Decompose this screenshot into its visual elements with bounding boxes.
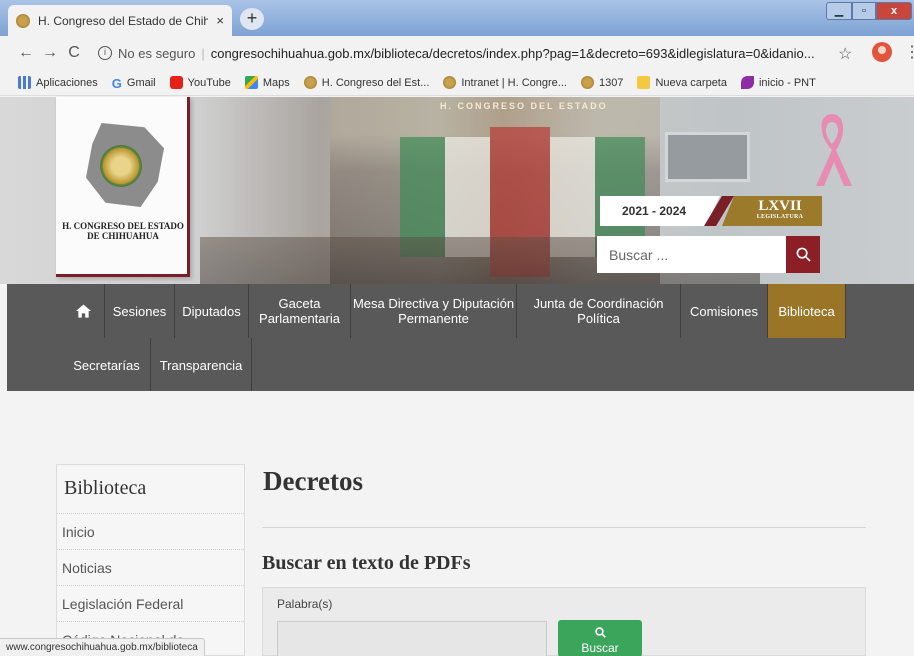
bookmark-youtube[interactable]: YouTube xyxy=(169,76,231,89)
logo-line-1: H. CONGRESO DEL ESTADO xyxy=(62,221,184,231)
divider xyxy=(262,527,866,528)
pink-ribbon-icon xyxy=(816,114,852,186)
state-seal-icon xyxy=(100,145,142,187)
youtube-icon xyxy=(169,76,183,89)
new-tab-button[interactable]: + xyxy=(240,8,264,30)
bookmark-intranet[interactable]: Intranet | H. Congre... xyxy=(443,76,567,89)
congress-seal-icon xyxy=(16,13,30,28)
tab-title: H. Congreso del Estado de Chihu xyxy=(38,13,209,28)
maps-icon xyxy=(244,76,258,89)
pdf-search-heading: Buscar en texto de PDFs xyxy=(262,552,471,574)
reload-icon[interactable]: C xyxy=(62,44,86,62)
bookmark-pnt[interactable]: inicio - PNT xyxy=(740,76,816,89)
folder-icon xyxy=(637,76,651,89)
close-tab-icon[interactable]: × xyxy=(216,13,224,28)
sidebar-item-noticias[interactable]: Noticias xyxy=(57,549,244,585)
nav-diputados[interactable]: Diputados xyxy=(175,284,249,338)
google-icon: G xyxy=(111,76,122,91)
legislature-word: LEGISLATURA xyxy=(756,214,804,220)
address-bar: ← → C i No es seguro | congresochihuahua… xyxy=(0,36,914,70)
bookmark-nueva-carpeta[interactable]: Nueva carpeta xyxy=(637,76,727,89)
search-icon xyxy=(558,626,642,641)
nav-junta[interactable]: Junta de Coordinación Política xyxy=(517,284,681,338)
close-window-button[interactable]: x xyxy=(876,2,912,20)
bookmark-congreso[interactable]: H. Congreso del Est... xyxy=(303,76,429,89)
bookmark-gmail[interactable]: G Gmail xyxy=(111,76,156,91)
legislature-number: LXVII xyxy=(758,198,802,214)
sidebar-item-inicio[interactable]: Inicio xyxy=(57,513,244,549)
nav-sesiones[interactable]: Sesiones xyxy=(105,284,175,338)
minimize-button[interactable]: ▁ xyxy=(826,2,852,20)
home-icon xyxy=(76,304,91,318)
pdf-search-form: Palabra(s) Buscar xyxy=(262,587,866,656)
nav-biblioteca[interactable]: Biblioteca xyxy=(768,284,846,338)
chamber-screen xyxy=(665,132,750,182)
site-logo[interactable]: H. CONGRESO DEL ESTADO DE CHIHUAHUA xyxy=(56,97,190,277)
forward-arrow-icon[interactable]: → xyxy=(38,44,62,62)
seal-icon xyxy=(580,76,594,89)
maximize-button[interactable]: ▫ xyxy=(852,2,876,20)
sidebar-item-legislacion-federal[interactable]: Legislación Federal xyxy=(57,585,244,621)
bookmarks-bar: Aplicaciones G Gmail YouTube Maps H. Cong… xyxy=(0,70,914,96)
sidebar: Biblioteca Inicio Noticias Legislación F… xyxy=(56,464,245,656)
apps-icon xyxy=(18,76,31,89)
pdf-search-button[interactable]: Buscar xyxy=(558,620,642,656)
seal-icon xyxy=(443,76,457,89)
site-search-button[interactable] xyxy=(786,236,820,273)
bookmark-1307[interactable]: 1307 xyxy=(580,76,623,89)
security-label: No es seguro xyxy=(118,45,196,61)
url-omnibox[interactable]: i No es seguro | congresochihuahua.gob.m… xyxy=(98,46,888,61)
browser-tab[interactable]: H. Congreso del Estado de Chihu × xyxy=(8,5,232,36)
browser-titlebar: H. Congreso del Estado de Chihu × + ▁ ▫ … xyxy=(0,0,914,36)
info-icon[interactable]: i xyxy=(98,46,112,60)
site-search-input[interactable] xyxy=(597,236,786,273)
url-text[interactable]: congresochihuahua.gob.mx/biblioteca/decr… xyxy=(211,46,815,61)
logo-line-2: DE CHIHUAHUA xyxy=(87,231,159,241)
keywords-label: Palabra(s) xyxy=(277,597,333,611)
legislature-badge: LXVII LEGISLATURA xyxy=(722,196,822,226)
pnt-icon xyxy=(740,76,754,89)
pdf-search-button-label: Buscar xyxy=(581,641,619,655)
search-icon xyxy=(796,247,811,262)
page-title: Decretos xyxy=(263,466,363,496)
logo-text: H. CONGRESO DEL ESTADO DE CHIHUAHUA xyxy=(56,221,190,241)
keywords-input[interactable] xyxy=(277,621,547,656)
status-bar-url: www.congresochihuahua.gob.mx/biblioteca xyxy=(0,638,205,656)
seal-icon xyxy=(303,76,317,89)
nav-mesa-directiva[interactable]: Mesa Directiva y Diputación Permanente xyxy=(351,284,517,338)
sidebar-title: Biblioteca xyxy=(64,477,147,499)
nav-gaceta[interactable]: Gaceta Parlamentaria xyxy=(249,284,351,338)
main-nav: Sesiones Diputados Gaceta Parlamentaria … xyxy=(7,284,914,392)
browser-menu-icon[interactable]: ⋮ xyxy=(904,42,914,62)
back-arrow-icon[interactable]: ← xyxy=(14,44,38,62)
nav-home[interactable] xyxy=(63,284,105,338)
nav-comisiones[interactable]: Comisiones xyxy=(681,284,768,338)
bookmark-apps[interactable]: Aplicaciones xyxy=(18,76,98,89)
bookmark-star-icon[interactable]: ☆ xyxy=(838,44,852,64)
chamber-wall-lettering: H. CONGRESO DEL ESTADO xyxy=(440,101,608,111)
legislature-years: 2021 - 2024 xyxy=(600,196,720,226)
nav-secretarias[interactable]: Secretarías xyxy=(63,338,151,392)
site-search xyxy=(597,236,820,273)
profile-avatar-icon[interactable] xyxy=(872,42,892,62)
bookmark-maps[interactable]: Maps xyxy=(244,76,290,89)
url-separator: | xyxy=(201,45,205,61)
nav-transparencia[interactable]: Transparencia xyxy=(151,338,252,392)
